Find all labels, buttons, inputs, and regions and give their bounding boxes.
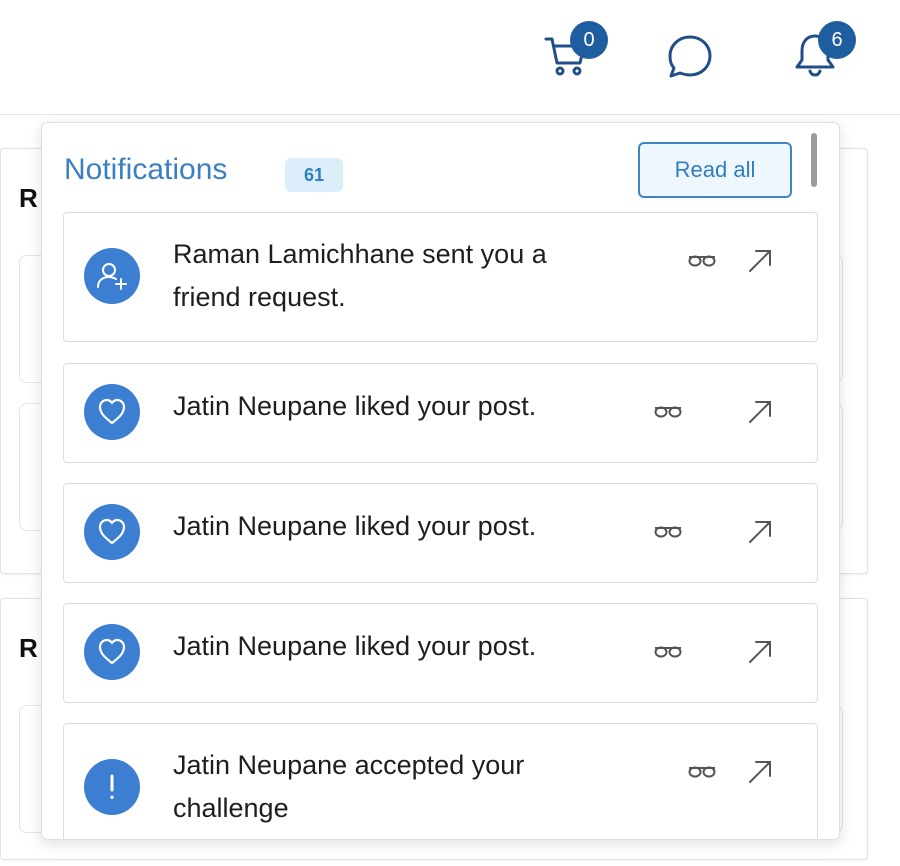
read-all-button[interactable]: Read all [638,142,792,198]
section-heading: R [19,633,38,663]
open-link-arrow-icon[interactable] [745,636,775,666]
heart-icon [84,384,140,440]
add-user-icon [84,248,140,304]
heart-icon [84,624,140,680]
notification-text: Raman Lamichhane sent you a friend reque… [173,233,547,319]
notifications-panel: Notifications 61 Read all Raman Lamichha… [41,122,840,840]
notification-text-line: friend request. [173,282,346,312]
panel-title: Notifications [64,153,228,186]
mark-read-glasses-icon[interactable] [653,636,683,666]
mark-read-glasses-icon[interactable] [653,516,683,546]
mark-read-glasses-icon[interactable] [687,756,717,786]
notification-text-line: Raman Lamichhane sent you a [173,239,547,269]
open-link-arrow-icon[interactable] [745,516,775,546]
section-heading: R [19,183,38,213]
top-bar: 0 6 [0,0,900,115]
notification-item[interactable]: Jatin Neupane accepted your challenge [63,723,818,839]
notification-text-line: challenge [173,793,289,823]
chat-icon[interactable] [666,33,714,81]
mark-read-glasses-icon[interactable] [653,396,683,426]
notification-text-line: Jatin Neupane accepted your [173,750,525,780]
heart-icon [84,504,140,560]
open-link-arrow-icon[interactable] [745,396,775,426]
mark-read-glasses-icon[interactable] [687,245,717,275]
notification-total-badge: 61 [285,158,343,192]
open-link-arrow-icon[interactable] [745,245,775,275]
notification-count-badge: 6 [818,21,856,59]
cart-count-badge: 0 [570,21,608,59]
notification-text: Jatin Neupane accepted your challenge [173,744,524,830]
notification-item[interactable]: Jatin Neupane liked your post. [63,603,818,703]
notification-text: Jatin Neupane liked your post. [173,511,537,541]
notification-item[interactable]: Jatin Neupane liked your post. [63,483,818,583]
open-link-arrow-icon[interactable] [745,756,775,786]
notification-text: Jatin Neupane liked your post. [173,391,537,421]
scrollbar-thumb[interactable] [811,133,817,187]
exclamation-icon [84,759,140,815]
notification-item[interactable]: Raman Lamichhane sent you a friend reque… [63,212,818,342]
notification-text: Jatin Neupane liked your post. [173,631,537,661]
notification-item[interactable]: Jatin Neupane liked your post. [63,363,818,463]
